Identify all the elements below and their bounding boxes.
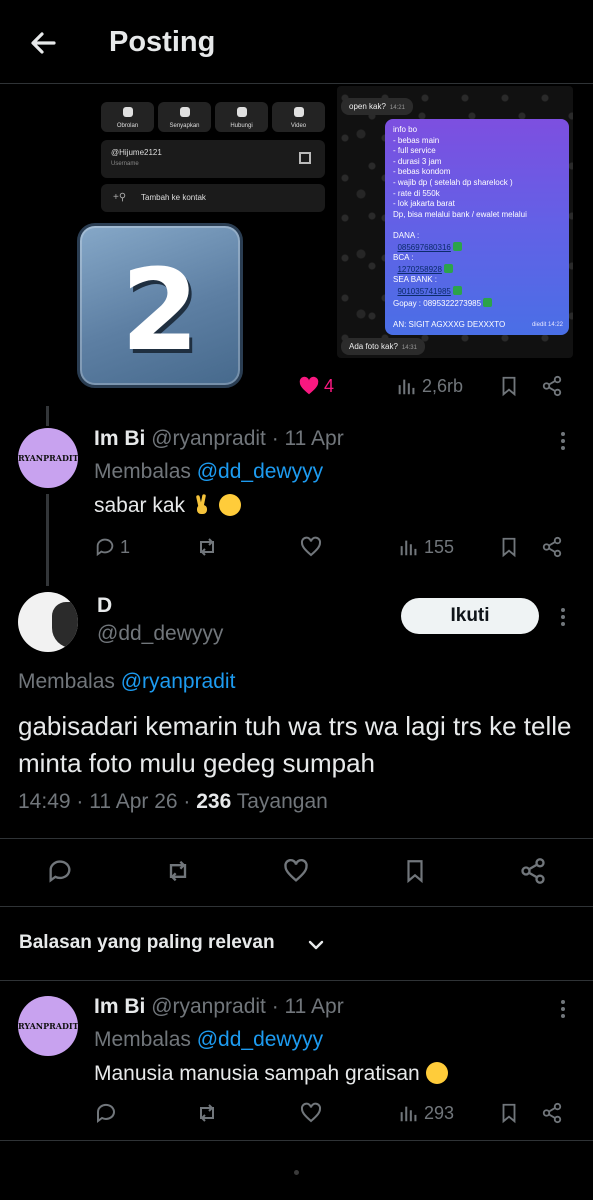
post-media[interactable]: Obrolan Senyapkan Hubungi Video @Hijume2…	[77, 86, 573, 388]
reply-icon[interactable]	[94, 1098, 118, 1128]
more-options-icon[interactable]	[560, 430, 566, 452]
author-line[interactable]: Im Bi @ryanpradit · 11 Apr	[94, 995, 344, 1019]
bookmark-icon[interactable]	[402, 857, 428, 885]
number-badge: 2	[77, 223, 243, 388]
replying-to: Membalas @ryanpradit	[18, 670, 236, 693]
bookmark-icon[interactable]	[498, 1098, 520, 1128]
chat-screenshot: open kak? 14:21 info bo - bebas main - fu…	[337, 86, 573, 358]
repost-icon[interactable]	[163, 857, 193, 885]
bookmark-icon[interactable]	[498, 371, 520, 401]
share-icon[interactable]	[519, 857, 547, 885]
profile-actions-row: Obrolan Senyapkan Hubungi Video	[101, 102, 325, 132]
avatar-photo	[52, 602, 78, 648]
replying-to: Membalas @dd_dewyyy	[94, 1028, 324, 1051]
avatar[interactable]: RYANPRADIT	[18, 996, 79, 1056]
heart-filled-icon	[299, 376, 319, 395]
username-card: @Hijume2121 Username	[101, 140, 325, 178]
more-options-icon[interactable]	[560, 998, 566, 1020]
bell-icon	[179, 107, 190, 117]
author-name[interactable]: D	[97, 594, 112, 618]
incoming-message: Ada foto kak? 14:31	[341, 338, 425, 355]
phone-icon	[236, 107, 247, 117]
reply2-action-bar: 293	[0, 1098, 593, 1128]
thread-connector	[46, 406, 49, 426]
share-icon[interactable]	[541, 1098, 563, 1128]
divider	[0, 1140, 593, 1141]
reply-button[interactable]: 1	[94, 532, 130, 562]
follow-button[interactable]: Ikuti	[401, 598, 539, 634]
check-emoji-icon	[452, 285, 462, 295]
heart-icon[interactable]	[299, 532, 323, 562]
check-emoji-icon	[443, 263, 453, 273]
views-icon	[400, 1106, 417, 1122]
back-arrow-icon[interactable]	[26, 26, 60, 60]
post-timestamp: 14:49 · 11 Apr 26 · 236 Tayangan	[18, 790, 328, 813]
views-button[interactable]: 293	[398, 1098, 454, 1128]
top-bar: Posting	[0, 0, 593, 84]
share-icon[interactable]	[541, 532, 563, 562]
repost-icon[interactable]	[195, 1098, 219, 1128]
profile-screenshot: Obrolan Senyapkan Hubungi Video @Hijume2…	[77, 86, 333, 388]
replies-sort-label[interactable]: Balasan yang paling relevan	[19, 932, 275, 954]
reply-text: Manusia manusia sampah gratisan	[94, 1062, 448, 1086]
tired-face-emoji-icon	[218, 494, 241, 516]
focus-action-bar	[0, 857, 593, 889]
reply-text: sabar kak	[94, 494, 241, 518]
page-title: Posting	[109, 26, 216, 58]
views-icon	[398, 379, 415, 395]
reply-icon	[96, 538, 114, 557]
post-text: gabisadari kemarin tuh wa trs wa lagi tr…	[18, 711, 572, 778]
chat-action: Obrolan	[101, 102, 154, 132]
views-button[interactable]: 155	[398, 532, 454, 562]
heart-icon[interactable]	[299, 1098, 323, 1128]
video-action: Video	[272, 102, 325, 132]
chevron-down-icon[interactable]	[305, 934, 327, 956]
mute-action: Senyapkan	[158, 102, 211, 132]
incoming-message: open kak? 14:21	[341, 98, 413, 115]
add-person-icon: +⚲	[113, 192, 127, 203]
divider	[0, 906, 593, 907]
replying-to: Membalas @dd_dewyyy	[94, 460, 324, 483]
avatar[interactable]	[18, 592, 78, 652]
victory-hand-emoji-icon	[196, 494, 207, 514]
grinning-squinting-emoji-icon	[425, 1062, 448, 1084]
reply-icon[interactable]	[46, 857, 74, 885]
parent-action-bar: 4 2,6rb	[0, 371, 593, 401]
views-icon	[400, 540, 417, 556]
add-contact-row: +⚲ Tambah ke kontak	[101, 184, 325, 212]
avatar[interactable]: RYANPRADIT	[18, 428, 79, 488]
check-emoji-icon	[483, 297, 493, 307]
more-options-icon[interactable]	[560, 606, 566, 628]
reply1-action-bar: 1 155	[0, 532, 593, 562]
like-button[interactable]: 4	[298, 371, 334, 401]
outgoing-message: info bo - bebas main - full service - du…	[385, 119, 569, 335]
author-handle[interactable]: @dd_dewyyy	[97, 622, 223, 646]
author-line[interactable]: Im Bi @ryanpradit · 11 Apr	[94, 427, 344, 451]
call-action: Hubungi	[215, 102, 268, 132]
repost-icon[interactable]	[195, 532, 219, 562]
check-emoji-icon	[452, 241, 462, 251]
heart-icon[interactable]	[282, 857, 310, 885]
qr-code-icon	[299, 152, 311, 164]
views-button[interactable]: 2,6rb	[396, 371, 463, 401]
scroll-indicator	[294, 1170, 299, 1175]
chat-icon	[122, 107, 133, 117]
video-icon	[293, 107, 304, 117]
share-icon[interactable]	[541, 371, 563, 401]
bookmark-icon[interactable]	[498, 532, 520, 562]
divider	[0, 980, 593, 981]
divider	[0, 838, 593, 839]
